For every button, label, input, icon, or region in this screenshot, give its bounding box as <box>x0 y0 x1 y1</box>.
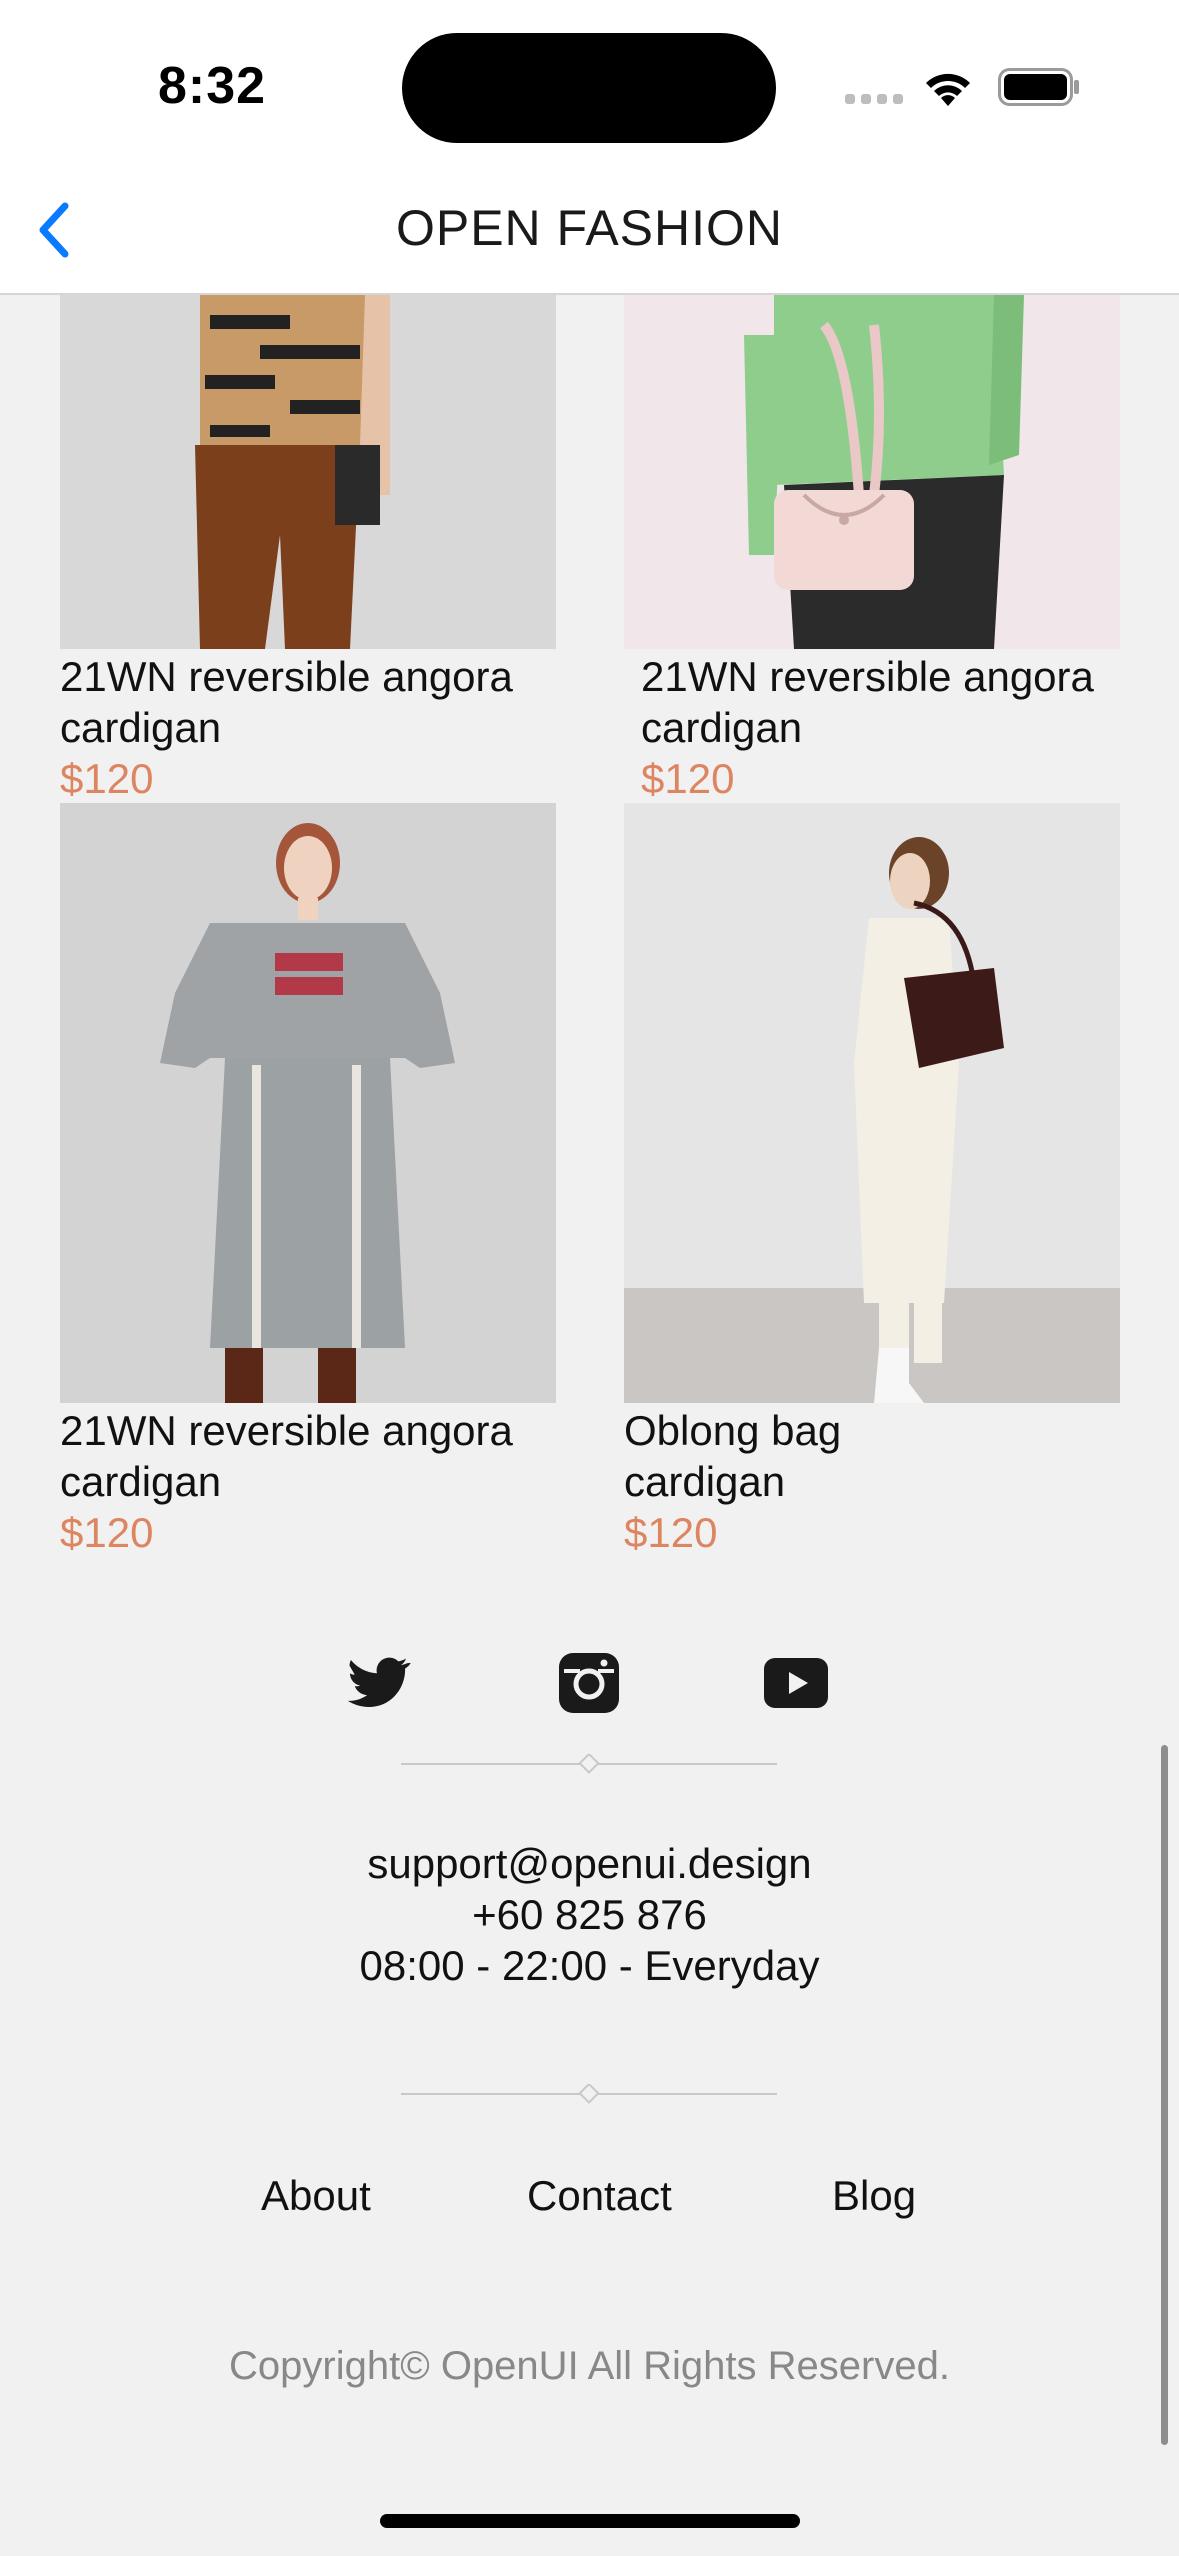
product-name: cardigan <box>60 704 222 751</box>
product-name: cardigan <box>641 704 803 751</box>
status-time: 8:32 <box>158 57 267 115</box>
screen: 8:32 OPEN FASHION 21WN reversible angora… <box>0 0 1179 2556</box>
home-indicator[interactable] <box>380 2514 800 2528</box>
product-image[interactable] <box>60 295 556 649</box>
contact-phone[interactable]: +60 825 876 <box>0 1891 1179 1939</box>
product-price: $120 <box>641 755 735 802</box>
scrollbar[interactable] <box>1161 1745 1168 2445</box>
footer-link-contact[interactable]: Contact <box>527 2172 672 2220</box>
navigation-bar: OPEN FASHION <box>0 175 1179 295</box>
product-card[interactable]: 21WN reversible angora cardigan $120 <box>60 295 556 804</box>
product-image[interactable] <box>60 803 556 1403</box>
product-card[interactable]: 21WN reversible angora cardigan $120 <box>60 803 556 1558</box>
instagram-icon[interactable] <box>556 1650 622 1716</box>
twitter-icon[interactable] <box>348 1650 414 1716</box>
product-name: 21WN reversible angora <box>60 1407 513 1454</box>
product-card[interactable]: 21WN reversible angora cardigan $120 <box>624 295 1120 804</box>
divider <box>401 2084 777 2104</box>
product-price: $120 <box>624 1509 718 1556</box>
footer-link-blog[interactable]: Blog <box>832 2172 916 2220</box>
product-name: cardigan <box>60 1458 222 1505</box>
product-price: $120 <box>60 755 154 802</box>
contact-email[interactable]: support@openui.design <box>0 1840 1179 1888</box>
contact-hours: 08:00 - 22:00 - Everyday <box>359 1942 820 1989</box>
product-name: 21WN reversible angora <box>60 653 513 700</box>
battery-icon <box>998 68 1079 106</box>
product-image[interactable] <box>624 295 1120 649</box>
youtube-icon[interactable] <box>763 1650 829 1716</box>
page-title: OPEN FASHION <box>395 200 784 256</box>
copyright-text: Copyright© OpenUI All Rights Reserved. <box>229 2344 950 2388</box>
cellular-signal-icon <box>845 94 905 106</box>
wifi-icon <box>926 73 970 106</box>
product-price: $120 <box>60 1509 154 1556</box>
divider <box>401 1754 777 1774</box>
footer-link-about[interactable]: About <box>261 2172 371 2220</box>
dynamic-island <box>402 33 776 143</box>
product-image[interactable] <box>624 803 1120 1403</box>
product-card[interactable]: Oblong bag cardigan $120 <box>624 803 1120 1558</box>
product-name: 21WN reversible angora <box>641 653 1094 700</box>
status-bar: 8:32 <box>0 0 1179 175</box>
product-name: cardigan <box>624 1458 786 1505</box>
product-name: Oblong bag <box>624 1407 842 1454</box>
